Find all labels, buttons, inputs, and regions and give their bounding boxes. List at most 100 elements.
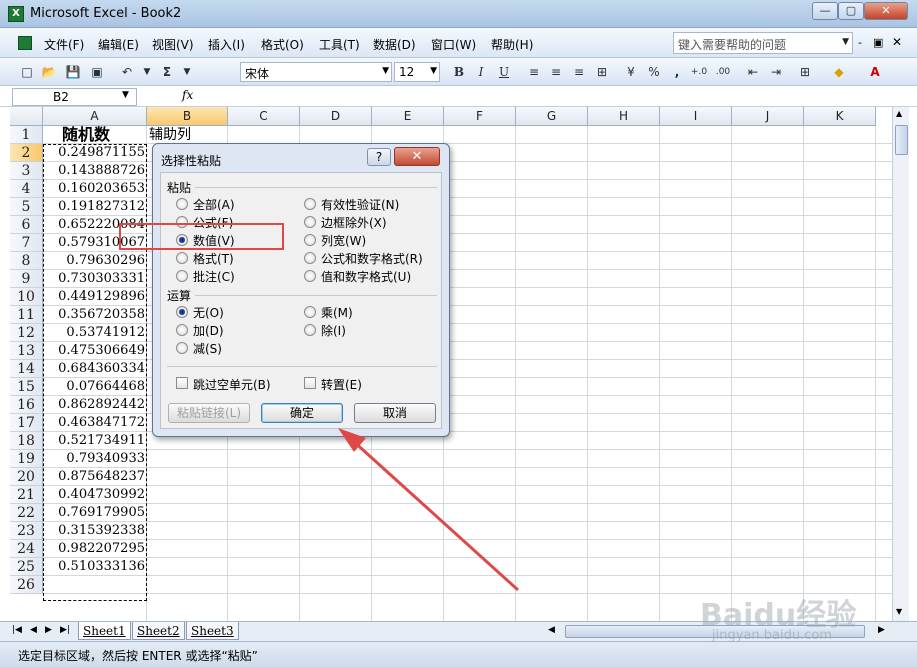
comma-button[interactable]: , (668, 63, 686, 81)
percent-button[interactable]: % (645, 63, 663, 81)
first-sheet-icon[interactable]: |◀ (12, 625, 22, 635)
maximize-button[interactable]: ▢ (838, 2, 864, 20)
paste-option-right-radio-1[interactable] (304, 216, 316, 228)
align-left-icon[interactable]: ≡ (525, 63, 543, 81)
row-header-4[interactable]: 4 (10, 180, 43, 198)
autosum-dropdown-icon[interactable]: ▼ (178, 63, 196, 81)
name-box[interactable]: B2 (12, 88, 137, 106)
formula-input[interactable] (200, 87, 900, 105)
bold-button[interactable]: B (450, 63, 468, 81)
font-size-select[interactable]: 12 ▼ (394, 62, 440, 82)
row-header-21[interactable]: 21 (10, 486, 43, 504)
column-header-H[interactable]: H (588, 107, 660, 126)
decrease-decimal-icon[interactable]: .00 (714, 63, 732, 81)
skip-blanks-checkbox[interactable] (176, 377, 188, 389)
row-header-10[interactable]: 10 (10, 288, 43, 306)
row-header-7[interactable]: 7 (10, 234, 43, 252)
increase-decimal-icon[interactable]: +.0 (690, 63, 708, 81)
chevron-down-icon[interactable]: ▼ (382, 66, 389, 76)
chevron-down-icon[interactable]: ▼ (842, 37, 849, 47)
undo-icon[interactable]: ↶ (118, 63, 136, 81)
row-header-8[interactable]: 8 (10, 252, 43, 270)
spreadsheet-grid[interactable]: ABCDEFGHIJK 1 2 3 4 5 6 7 8 9 10 11 12 13 14 15 16 17 18 1… (10, 107, 892, 621)
save-icon[interactable]: 💾 (64, 63, 82, 81)
column-header-D[interactable]: D (300, 107, 372, 126)
operation-right-radio-1[interactable] (304, 324, 316, 336)
transpose-checkbox[interactable] (304, 377, 316, 389)
row-header-22[interactable]: 22 (10, 504, 43, 522)
row-header-5[interactable]: 5 (10, 198, 43, 216)
paste-option-right-radio-3[interactable] (304, 252, 316, 264)
column-header-C[interactable]: C (228, 107, 300, 126)
paste-option-radio-0[interactable] (176, 198, 188, 210)
next-sheet-icon[interactable]: ▶ (45, 625, 52, 635)
scroll-thumb[interactable] (895, 125, 908, 155)
scroll-up-icon[interactable]: ▲ (896, 109, 902, 118)
column-header-J[interactable]: J (732, 107, 804, 126)
vertical-scrollbar[interactable]: ▲ ▼ (892, 107, 909, 621)
scroll-down-icon[interactable]: ▼ (896, 607, 902, 616)
currency-icon[interactable]: ¥ (622, 63, 640, 81)
dialog-close-button[interactable]: ✕ (394, 147, 440, 166)
cell-B1[interactable]: 辅助列 (149, 126, 191, 144)
row-header-13[interactable]: 13 (10, 342, 43, 360)
font-color-icon[interactable]: A (866, 63, 884, 81)
sheet-tab-1[interactable]: Sheet1 (78, 622, 131, 640)
last-sheet-icon[interactable]: ▶| (60, 625, 70, 635)
operation-radio-0[interactable] (176, 306, 188, 318)
row-header-6[interactable]: 6 (10, 216, 43, 234)
row-header-17[interactable]: 17 (10, 414, 43, 432)
open-icon[interactable]: 📂 (40, 63, 58, 81)
row-header-18[interactable]: 18 (10, 432, 43, 450)
row-header-1[interactable]: 1 (10, 126, 43, 144)
function-icon[interactable]: fx (182, 88, 193, 102)
row-header-14[interactable]: 14 (10, 360, 43, 378)
column-header-G[interactable]: G (516, 107, 588, 126)
menu-data[interactable]: 数据(D) (373, 36, 416, 53)
cell-A1[interactable]: 随机数 (62, 126, 110, 144)
increase-indent-icon[interactable]: ⇥ (767, 63, 785, 81)
column-header-K[interactable]: K (804, 107, 876, 126)
doc-restore-icon[interactable]: ▣ (873, 36, 883, 49)
help-search-input[interactable]: 键入需要帮助的问题 ▼ (673, 32, 853, 54)
minimize-button[interactable]: — (812, 2, 838, 20)
autosum-icon[interactable]: Σ (158, 63, 176, 81)
doc-minimize-icon[interactable]: - (858, 36, 862, 49)
row-header-12[interactable]: 12 (10, 324, 43, 342)
column-header-A[interactable]: A (43, 107, 147, 126)
fill-color-icon[interactable]: ◆ (830, 63, 848, 81)
row-header-24[interactable]: 24 (10, 540, 43, 558)
row-header-20[interactable]: 20 (10, 468, 43, 486)
column-header-B[interactable]: B (147, 107, 228, 126)
menu-format[interactable]: 格式(O) (261, 36, 304, 53)
scroll-right-icon[interactable]: ▶ (878, 625, 885, 635)
cancel-button[interactable]: 取消 (354, 403, 436, 423)
row-header-23[interactable]: 23 (10, 522, 43, 540)
font-name-select[interactable]: 宋体 ▼ (240, 62, 392, 82)
sheet-tab-3[interactable]: Sheet3 (186, 622, 239, 640)
align-center-icon[interactable]: ≡ (547, 63, 565, 81)
sheet-tab-2[interactable]: Sheet2 (132, 622, 185, 640)
column-header-I[interactable]: I (660, 107, 732, 126)
select-all-corner[interactable] (10, 107, 43, 126)
row-header-25[interactable]: 25 (10, 558, 43, 576)
row-header-26[interactable]: 26 (10, 576, 43, 594)
chevron-down-icon[interactable]: ▼ (122, 90, 129, 100)
column-header-F[interactable]: F (444, 107, 516, 126)
paste-link-button[interactable]: 粘贴链接(L) (168, 403, 250, 423)
paste-option-right-radio-4[interactable] (304, 270, 316, 282)
menu-tools[interactable]: 工具(T) (319, 36, 360, 53)
menu-file[interactable]: 文件(F) (44, 36, 84, 53)
row-header-9[interactable]: 9 (10, 270, 43, 288)
operation-radio-1[interactable] (176, 324, 188, 336)
merge-center-icon[interactable]: ⊞ (593, 63, 611, 81)
align-right-icon[interactable]: ≡ (570, 63, 588, 81)
paste-option-right-radio-0[interactable] (304, 198, 316, 210)
undo-dropdown-icon[interactable]: ▼ (138, 63, 156, 81)
doc-close-icon[interactable]: ✕ (892, 35, 902, 49)
prev-sheet-icon[interactable]: ◀ (30, 625, 37, 635)
menu-help[interactable]: 帮助(H) (491, 36, 533, 53)
menu-window[interactable]: 窗口(W) (431, 36, 476, 53)
menu-view[interactable]: 视图(V) (152, 36, 194, 53)
row-header-15[interactable]: 15 (10, 378, 43, 396)
